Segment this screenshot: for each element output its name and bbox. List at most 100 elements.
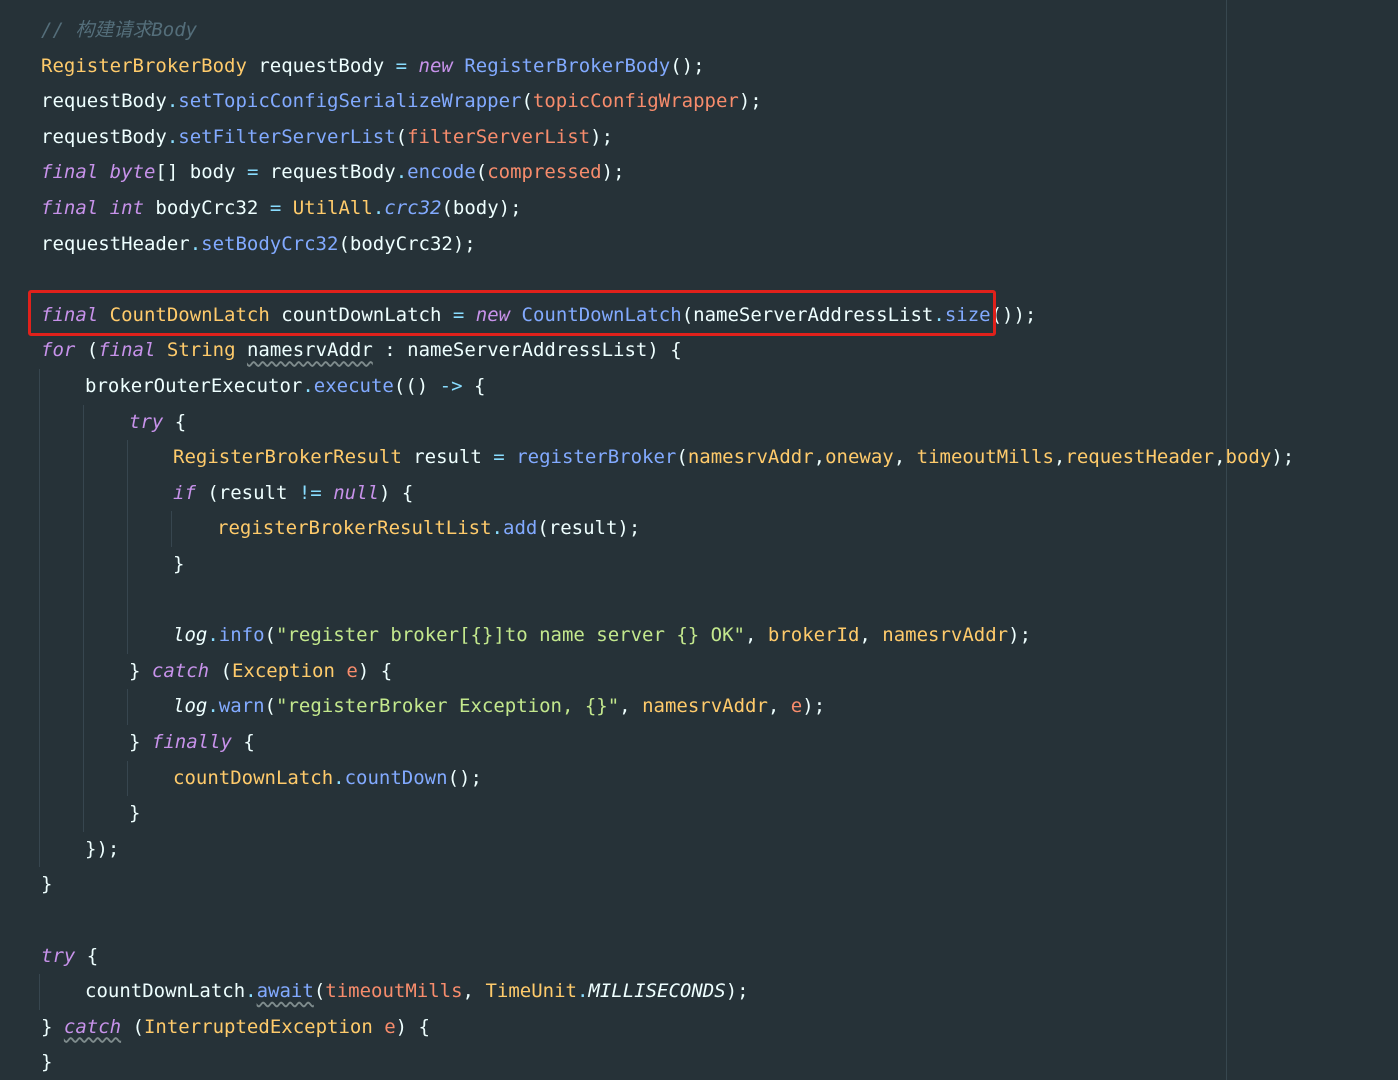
code-token: e	[346, 659, 358, 682]
code-token: requestBody	[258, 161, 396, 184]
code-token: }	[41, 1015, 64, 1038]
code-line[interactable]: }	[41, 1045, 52, 1080]
code-line[interactable]: brokerOuterExecutor.execute(() -> {	[85, 369, 485, 404]
code-token: (	[521, 90, 533, 113]
code-token: }	[129, 659, 152, 682]
code-token: e	[384, 1015, 396, 1038]
code-line[interactable]: } catch (Exception e) {	[129, 654, 392, 689]
code-line[interactable]: }	[173, 547, 184, 582]
code-line[interactable]: // 构建请求Body	[41, 13, 197, 48]
code-token: =	[246, 161, 259, 184]
code-token: }	[41, 873, 53, 896]
code-token: ,	[767, 695, 791, 718]
code-token: (result);	[537, 517, 641, 540]
code-token: final	[41, 161, 99, 184]
code-token: byte	[109, 161, 156, 184]
code-token: encode	[407, 161, 476, 184]
code-line[interactable]: requestBody.setFilterServerList(filterSe…	[41, 120, 613, 155]
code-line[interactable]: }	[41, 867, 52, 902]
indent-guide	[127, 760, 128, 797]
indent-guide	[127, 440, 128, 654]
code-token: new	[418, 54, 453, 77]
code-token: countDownLatch	[173, 766, 334, 789]
code-token: setFilterServerList	[178, 125, 396, 148]
code-token: =	[395, 54, 408, 77]
code-token: requestHeader	[41, 232, 190, 255]
code-line[interactable]: countDownLatch.await(timeoutMills, TimeU…	[85, 974, 749, 1009]
code-line[interactable]: RegisterBrokerResult result = registerBr…	[173, 440, 1294, 475]
code-token: brokerOuterExecutor	[85, 375, 303, 397]
code-token: // 构建请求Body	[41, 19, 198, 41]
code-token: final	[98, 339, 156, 362]
code-token: execute	[313, 375, 394, 397]
code-token: UtilAll	[292, 197, 373, 219]
code-token: (	[395, 125, 408, 148]
code-token: (result	[195, 481, 299, 504]
code-token: info	[218, 624, 265, 647]
code-token: (	[475, 161, 488, 184]
code-token: await	[256, 980, 314, 1003]
code-line[interactable]: try {	[41, 939, 98, 974]
indent-guide	[83, 404, 84, 832]
code-token: "register broker[{}]to name server {} OK…	[276, 624, 745, 647]
code-token: for	[41, 339, 76, 362]
code-line[interactable]: final int bodyCrc32 = UtilAll.crc32(body…	[41, 191, 522, 226]
code-line[interactable]: registerBrokerResultList.add(result);	[217, 511, 640, 546]
code-line[interactable]: }	[129, 796, 140, 831]
code-line[interactable]: countDownLatch.countDown();	[173, 761, 482, 796]
code-token: );	[725, 980, 749, 1003]
code-token: bodyCrc32	[143, 197, 270, 219]
code-editor[interactable]: // 构建请求Body RegisterBrokerBody requestBod…	[0, 0, 1398, 1080]
code-token: setTopicConfigSerializeWrapper	[178, 90, 522, 113]
code-token: filterServerList	[407, 125, 591, 148]
code-token: ) {	[378, 481, 414, 504]
code-token: registerBroker	[516, 446, 677, 469]
code-token: RegisterBrokerResult	[173, 446, 402, 469]
code-token: namesrvAddr	[642, 695, 768, 718]
code-token: requestBody	[246, 54, 396, 77]
code-token: (	[209, 659, 232, 682]
code-token: ,	[859, 624, 883, 647]
code-line[interactable]: RegisterBrokerBody requestBody = new Reg…	[41, 49, 705, 84]
code-line[interactable]: if (result != null) {	[173, 476, 413, 511]
code-line[interactable]: for (final String namesrvAddr : nameServ…	[41, 333, 682, 368]
code-token: );	[590, 125, 614, 148]
code-token: catch	[63, 1015, 122, 1038]
indent-guide	[39, 369, 40, 868]
code-token: requestBody	[41, 125, 167, 148]
code-token: .	[189, 232, 202, 255]
code-token: (()	[393, 375, 440, 397]
code-line[interactable]: try {	[129, 405, 186, 440]
code-line[interactable]: log.info("register broker[{}]to name ser…	[173, 618, 1031, 653]
code-line[interactable]: final byte[] body = requestBody.encode(c…	[41, 155, 625, 190]
code-line[interactable]: requestHeader.setBodyCrc32(bodyCrc32);	[41, 227, 476, 262]
code-line[interactable]: log.warn("registerBroker Exception, {}",…	[173, 689, 825, 724]
code-token: null	[333, 481, 379, 504]
code-token: ,	[745, 624, 768, 647]
code-token: ,	[462, 980, 486, 1003]
code-line[interactable]: });	[85, 832, 119, 867]
code-token: }	[129, 731, 152, 753]
code-token: .	[576, 980, 589, 1003]
code-line[interactable]: } catch (InterruptedException e) {	[41, 1010, 430, 1045]
code-token: !=	[298, 481, 322, 504]
code-line[interactable]: requestBody.setTopicConfigSerializeWrapp…	[41, 84, 762, 119]
code-line[interactable]: } finally {	[129, 725, 255, 760]
indent-guide	[127, 689, 128, 725]
code-token: requestHeader	[1065, 446, 1215, 469]
code-token: ) {	[357, 659, 393, 682]
code-token: MILLISECONDS	[588, 980, 726, 1003]
code-token: }	[129, 802, 141, 825]
code-token: topicConfigWrapper	[532, 90, 739, 113]
code-token: ) {	[395, 1015, 430, 1038]
code-token: ->	[439, 375, 463, 397]
code-token: {	[163, 410, 187, 433]
